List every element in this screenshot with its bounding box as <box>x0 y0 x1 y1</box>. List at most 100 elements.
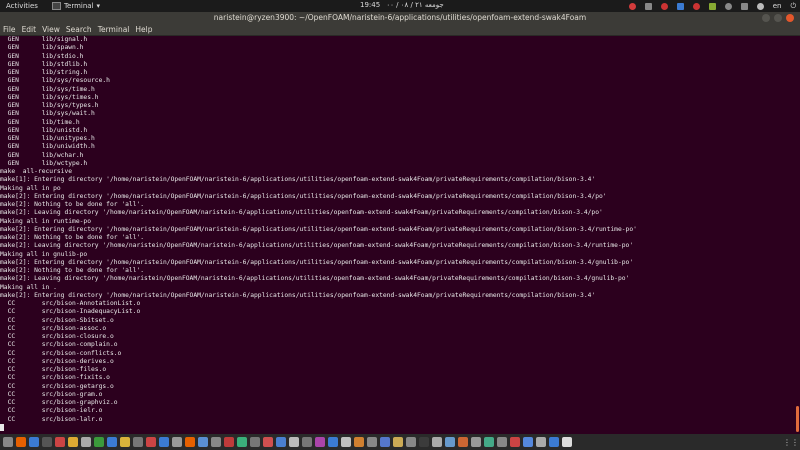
dock-app-icon[interactable] <box>302 437 312 447</box>
terminal-line: GEN lib/sys/types.h <box>0 102 99 109</box>
dock-app-icon[interactable] <box>120 437 130 447</box>
terminal-line: Making all in runtime-po <box>0 217 91 225</box>
tray-indicator-icon[interactable] <box>628 2 636 10</box>
dock-app-icon[interactable] <box>133 437 143 447</box>
terminal-app-icon <box>51 2 61 10</box>
terminal-line: Making all in gnulib-po <box>0 250 88 258</box>
dock-app-icon[interactable] <box>406 437 416 447</box>
dock-app-icon[interactable] <box>536 437 546 447</box>
menu-edit[interactable]: Edit <box>22 25 37 34</box>
terminal-line: make[2]: Nothing to be done for 'all'. <box>0 267 145 274</box>
terminal-line: CC src/bison-derives.o <box>0 357 114 365</box>
menu-search[interactable]: Search <box>66 25 92 34</box>
dock-app-icon[interactable] <box>263 437 273 447</box>
dock-app-icon[interactable] <box>16 437 26 447</box>
terminal-line: make[2]: Entering directory '/home/naris… <box>0 258 634 266</box>
dock-app-icon[interactable] <box>211 437 221 447</box>
dock-app-icon[interactable] <box>380 437 390 447</box>
dock-app-icon[interactable] <box>393 437 403 447</box>
dock-app-icon[interactable] <box>81 437 91 447</box>
tray-indicator-icon[interactable] <box>708 2 716 10</box>
dock-app-icon[interactable] <box>471 437 481 447</box>
dock-app-icon[interactable] <box>250 437 260 447</box>
terminal-line: make[2]: Leaving directory '/home/narist… <box>0 275 630 283</box>
tray-indicator-icon[interactable] <box>644 2 652 10</box>
terminal-line: CC src/bison-getargs.o <box>0 382 114 390</box>
dock-app-icon[interactable] <box>29 437 39 447</box>
dock-app-icon[interactable] <box>315 437 325 447</box>
dock-app-icon[interactable] <box>432 437 442 447</box>
terminal-line: Making all in . <box>0 283 57 291</box>
terminal-line: make[2]: Entering directory '/home/naris… <box>0 291 596 299</box>
dock-app-icon[interactable] <box>289 437 299 447</box>
menu-terminal[interactable]: Terminal <box>98 25 130 34</box>
dock-app-icon[interactable] <box>146 437 156 447</box>
dock-app-icon[interactable] <box>107 437 117 447</box>
menu-view[interactable]: View <box>42 25 60 34</box>
scrollbar-thumb[interactable] <box>796 406 799 432</box>
terminal-line: make[2]: Nothing to be done for 'all'. <box>0 234 145 241</box>
menu-bar: File Edit View Search Terminal Help <box>0 24 800 36</box>
dock-app-icon[interactable] <box>55 437 65 447</box>
tray-indicator-icon[interactable] <box>724 2 732 10</box>
tray-indicator-icon[interactable] <box>676 2 684 10</box>
chevron-down-icon: ▾ <box>96 2 101 10</box>
dock-app-icon[interactable] <box>185 437 195 447</box>
terminal-line: CC src/bison-lalr.o <box>0 415 103 423</box>
dock-app-icon[interactable] <box>419 437 429 447</box>
terminal-line: make[2]: Leaving directory '/home/narist… <box>0 242 634 250</box>
terminal-output[interactable]: GEN lib/signal.h GEN lib/spawn.h GEN lib… <box>0 36 793 434</box>
terminal-scrollbar[interactable] <box>793 36 800 434</box>
language-indicator[interactable]: en <box>773 2 782 10</box>
power-icon[interactable]: ⏻ <box>790 2 796 11</box>
dock-app-icon[interactable] <box>497 437 507 447</box>
dock-app-icon[interactable] <box>523 437 533 447</box>
dock-app-icon[interactable] <box>42 437 52 447</box>
dock-app-icon[interactable] <box>367 437 377 447</box>
terminal-line: make[2]: Entering directory '/home/naris… <box>0 225 637 233</box>
menu-file[interactable]: File <box>3 25 16 34</box>
terminal-line: make[2]: Leaving directory '/home/narist… <box>0 209 603 217</box>
dock-app-icon[interactable] <box>198 437 208 447</box>
dock-app-icon[interactable] <box>484 437 494 447</box>
menu-help[interactable]: Help <box>135 25 152 34</box>
dock-app-icon[interactable] <box>510 437 520 447</box>
dock-app-icon[interactable] <box>224 437 234 447</box>
dock-app-icon[interactable] <box>68 437 78 447</box>
dock-app-icon[interactable] <box>237 437 247 447</box>
dock-app-icon[interactable] <box>562 437 572 447</box>
terminal-line: CC src/bison-gram.o <box>0 390 103 398</box>
terminal-line: GEN lib/wctype.h <box>0 159 88 167</box>
dock-app-icon[interactable] <box>94 437 104 447</box>
app-menu-label: Terminal <box>63 2 94 10</box>
app-menu[interactable]: Terminal ▾ <box>51 2 101 10</box>
tray-indicator-icon[interactable] <box>756 2 764 10</box>
terminal-line: GEN lib/stdlib.h <box>0 60 88 68</box>
dock-app-icon[interactable] <box>445 437 455 447</box>
minimize-icon[interactable] <box>762 14 770 22</box>
dock-app-icon[interactable] <box>354 437 364 447</box>
dock-app-icon[interactable] <box>172 437 182 447</box>
dock-app-icon[interactable] <box>458 437 468 447</box>
window-title-bar[interactable]: naristein@ryzen3900: ~/OpenFOAM/naristei… <box>0 12 800 24</box>
terminal-line: GEN lib/sys/resource.h <box>0 77 110 85</box>
terminal-line: make[2]: Nothing to be done for 'all'. <box>0 201 145 208</box>
tray-indicator-icon[interactable] <box>660 2 668 10</box>
terminal-line: CC src/bison-AnnotationList.o <box>0 300 141 307</box>
dock-app-icon[interactable] <box>341 437 351 447</box>
dock-app-icon[interactable] <box>3 437 13 447</box>
grid-icon[interactable]: ⋮⋮ <box>783 438 799 447</box>
tray-indicator-icon[interactable] <box>692 2 700 10</box>
close-icon[interactable] <box>786 14 794 22</box>
maximize-icon[interactable] <box>774 14 782 22</box>
dock-app-icon[interactable] <box>328 437 338 447</box>
clock[interactable]: 19:45 جومعه ۲۱ / ۰۸ / ۰۰ <box>360 1 444 9</box>
dock-app-icon[interactable] <box>549 437 559 447</box>
terminal-line: CC src/bison-Sbitset.o <box>0 316 114 324</box>
dock-app-icon[interactable] <box>276 437 286 447</box>
terminal-line: CC src/bison-complain.o <box>0 341 118 349</box>
activities-button[interactable]: Activities <box>6 2 38 10</box>
dock-app-icon[interactable] <box>159 437 169 447</box>
tray-indicator-icon[interactable] <box>740 2 748 10</box>
terminal-line: GEN lib/sys/wait.h <box>0 110 95 118</box>
